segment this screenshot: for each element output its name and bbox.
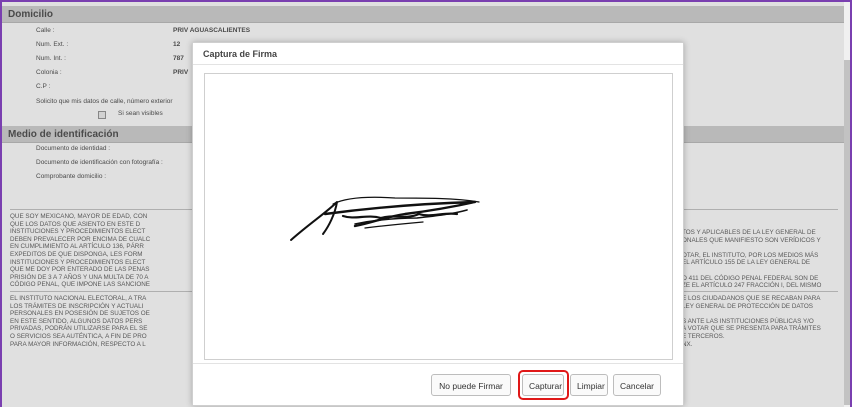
cannot-sign-button[interactable]: No puede Firmar [431,374,511,396]
capture-button[interactable]: Capturar [522,374,564,396]
cancel-button[interactable]: Cancelar [613,374,661,396]
dialog-footer-divider [193,363,683,364]
signature-pad[interactable] [204,73,673,360]
signature-capture-dialog: Captura de Firma No puede Firmar Captura… [192,42,684,406]
clear-button[interactable]: Limpiar [570,374,608,396]
page-scrollbar-thumb[interactable] [844,60,850,405]
signature-drawing [290,196,480,241]
registration-page: Domicilio Calle : PRIV AGUASCALIENTES Nu… [2,2,845,407]
dialog-title: Captura de Firma [193,43,683,65]
